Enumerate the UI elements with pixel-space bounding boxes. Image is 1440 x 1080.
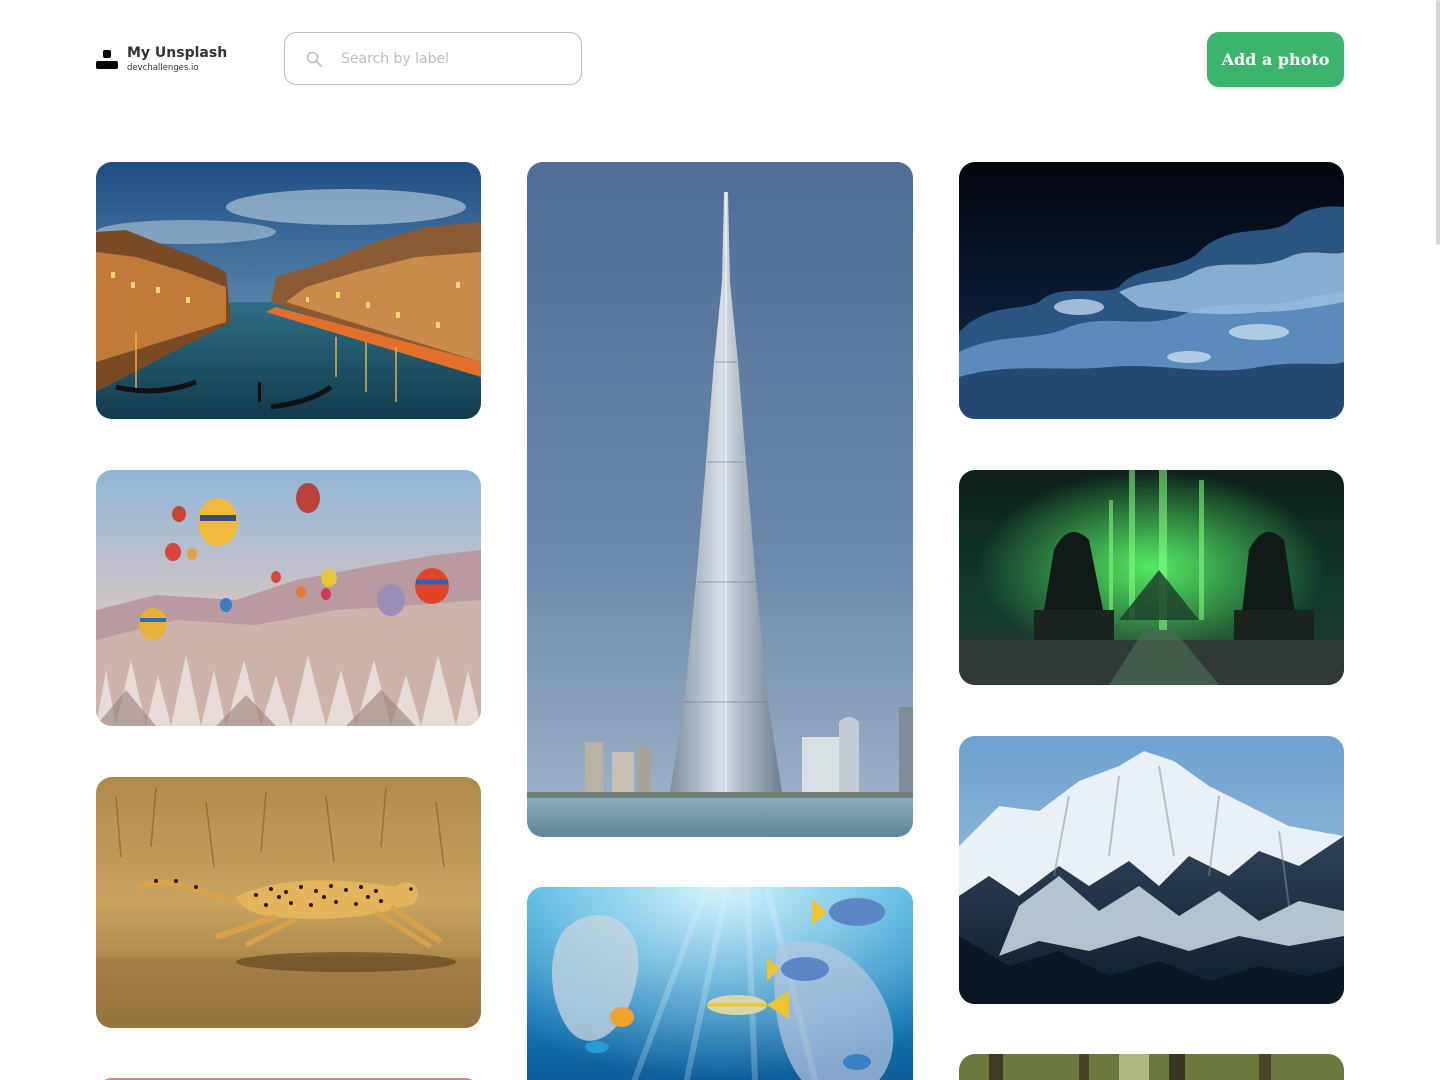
scrollbar[interactable] bbox=[1436, 0, 1440, 245]
search-box bbox=[284, 32, 582, 85]
photo-venice-canal[interactable] bbox=[96, 162, 481, 419]
photo-green-ruins[interactable] bbox=[959, 470, 1344, 685]
photo-hot-air-balloons[interactable] bbox=[96, 470, 481, 726]
user-icon bbox=[96, 50, 118, 70]
photo-underwater-fish[interactable] bbox=[527, 887, 913, 1080]
page: My Unsplash devchallenges.io Add a photo bbox=[0, 0, 1440, 1080]
photo-forest-partial[interactable] bbox=[959, 1054, 1344, 1080]
add-photo-button[interactable]: Add a photo bbox=[1207, 32, 1344, 87]
brand-logo[interactable]: My Unsplash devchallenges.io bbox=[96, 45, 266, 77]
search-icon bbox=[306, 51, 322, 67]
photo-cheetah[interactable] bbox=[96, 777, 481, 1028]
photo-night-clouds[interactable] bbox=[959, 162, 1344, 419]
photo-snowy-mountains[interactable] bbox=[959, 736, 1344, 1004]
brand-title: My Unsplash bbox=[127, 45, 228, 61]
search-input[interactable] bbox=[341, 45, 571, 73]
brand-subtitle: devchallenges.io bbox=[127, 63, 199, 73]
photo-burj-khalifa[interactable] bbox=[527, 162, 913, 837]
